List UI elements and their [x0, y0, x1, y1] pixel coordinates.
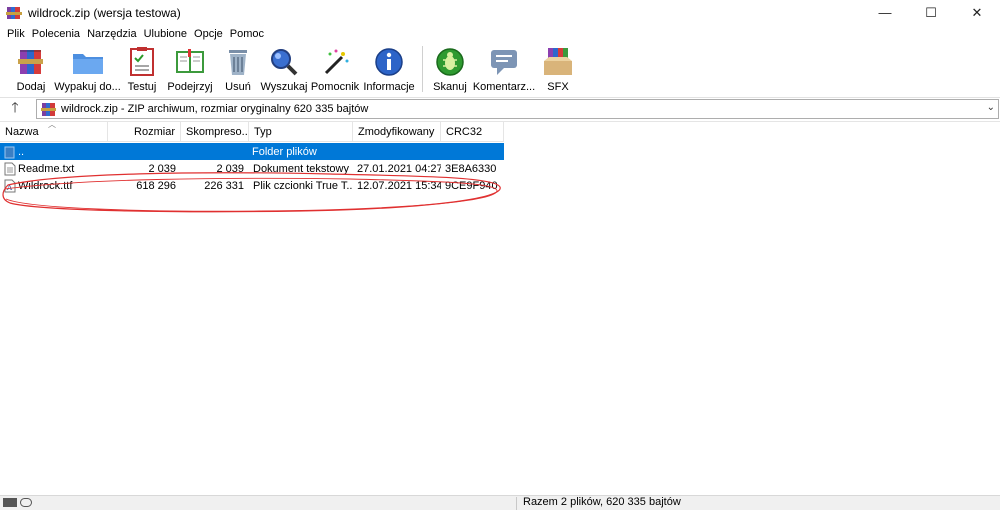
- table-row[interactable]: Readme.txt 2 039 2 039 Dokument tekstowy…: [0, 160, 504, 177]
- cell-size: 2 039: [148, 162, 176, 175]
- view-label: Podejrzyj: [167, 81, 213, 93]
- magnifier-icon: [267, 46, 301, 78]
- view-button[interactable]: Podejrzyj: [163, 43, 217, 96]
- wizard-button[interactable]: Pomocnik: [309, 43, 361, 96]
- menu-plik[interactable]: Plik: [4, 28, 28, 40]
- books-icon: [14, 46, 48, 78]
- column-modified[interactable]: Zmodyfikowany: [353, 122, 441, 142]
- chevron-down-icon[interactable]: ⌄: [987, 102, 995, 113]
- find-button[interactable]: Wyszukaj: [259, 43, 309, 96]
- menu-ulubione[interactable]: Ulubione: [141, 28, 190, 40]
- cell-crc32: 3E8A6330: [445, 162, 497, 175]
- comment-button[interactable]: Komentarz...: [472, 43, 536, 96]
- font-file-icon: A: [4, 179, 16, 193]
- menu-opcje[interactable]: Opcje: [191, 28, 226, 40]
- drive-icon: [3, 498, 17, 507]
- info-button[interactable]: Informacje: [361, 43, 417, 96]
- column-header-row: Nazwa ︿ Rozmiar Skompreso... Typ Zmodyfi…: [0, 122, 504, 142]
- scan-label: Skanuj: [433, 81, 467, 93]
- minimize-button[interactable]: —: [862, 0, 908, 25]
- sfx-label: SFX: [547, 81, 569, 93]
- cell-modified: 12.07.2021 15:34: [357, 179, 441, 192]
- title-bar: wildrock.zip (wersja testowa) — ☐ ✕: [0, 0, 1000, 25]
- table-row-parent-folder[interactable]: .. Folder plików: [0, 143, 504, 160]
- column-packed[interactable]: Skompreso...: [181, 122, 249, 142]
- info-icon: [372, 46, 406, 78]
- cell-size: 618 296: [136, 179, 176, 192]
- folder-up-icon: [4, 145, 16, 159]
- menu-pomoc[interactable]: Pomoc: [227, 28, 267, 40]
- column-size[interactable]: Rozmiar: [108, 122, 181, 142]
- magic-wand-icon: [318, 46, 352, 78]
- menu-bar: Plik Polecenia Narzędzia Ulubione Opcje …: [0, 25, 1000, 43]
- maximize-button[interactable]: ☐: [908, 0, 954, 25]
- path-field[interactable]: wildrock.zip - ZIP archiwum, rozmiar ory…: [36, 99, 999, 119]
- path-text: wildrock.zip - ZIP archiwum, rozmiar ory…: [61, 103, 369, 115]
- cell-packed: 226 331: [204, 179, 244, 192]
- toolbar-separator: [422, 46, 423, 92]
- wizard-label: Pomocnik: [310, 81, 360, 93]
- menu-narzedzia[interactable]: Narzędzia: [84, 28, 140, 40]
- up-one-level-button[interactable]: 🡑: [0, 98, 30, 120]
- test-label: Testuj: [127, 81, 157, 93]
- column-type[interactable]: Typ: [249, 122, 353, 142]
- menu-polecenia[interactable]: Polecenia: [29, 28, 83, 40]
- table-row[interactable]: A Wildrock.ttf 618 296 226 331 Plik czci…: [0, 177, 504, 194]
- folder-icon: [71, 46, 105, 78]
- column-crc32[interactable]: CRC32: [441, 122, 504, 142]
- cell-packed: 2 039: [216, 162, 244, 175]
- status-separator: [516, 497, 517, 510]
- comment-label: Komentarz...: [472, 81, 536, 93]
- book-icon: [173, 46, 207, 78]
- sfx-button[interactable]: SFX: [536, 43, 580, 96]
- key-icon: [20, 498, 32, 507]
- archive-icon: [41, 102, 56, 117]
- cell-crc32: 9CE9F940: [445, 179, 498, 192]
- column-name-label: Nazwa: [5, 126, 39, 138]
- info-label: Informacje: [363, 81, 415, 93]
- status-bar: Razem 2 plików, 620 335 bajtów: [0, 495, 1000, 510]
- window-title: wildrock.zip (wersja testowa): [28, 5, 181, 20]
- cell-type: Folder plików: [252, 145, 317, 158]
- extract-to-button[interactable]: Wypakuj do...: [54, 43, 121, 96]
- bug-icon: [433, 46, 467, 78]
- trash-icon: [221, 46, 255, 78]
- cell-name: Readme.txt: [18, 162, 75, 175]
- address-bar: 🡑 wildrock.zip - ZIP archiwum, rozmiar o…: [0, 97, 1000, 120]
- add-button[interactable]: Dodaj: [8, 43, 54, 96]
- cell-type: Dokument tekstowy: [253, 162, 349, 175]
- delete-button[interactable]: Usuń: [217, 43, 259, 96]
- cell-modified: 27.01.2021 04:27: [357, 162, 441, 175]
- file-list: Nazwa ︿ Rozmiar Skompreso... Typ Zmodyfi…: [0, 121, 1000, 496]
- status-text: Razem 2 plików, 620 335 bajtów: [523, 496, 681, 508]
- scan-button[interactable]: Skanuj: [428, 43, 472, 96]
- comment-icon: [487, 46, 521, 78]
- cell-name: Wildrock.ttf: [18, 179, 73, 192]
- find-label: Wyszukaj: [260, 81, 308, 93]
- sort-up-icon: ︿: [48, 122, 56, 129]
- svg-text:A: A: [6, 184, 13, 192]
- text-file-icon: [4, 162, 16, 176]
- test-button[interactable]: Testuj: [121, 43, 163, 96]
- checklist-icon: [125, 46, 159, 78]
- close-button[interactable]: ✕: [954, 0, 1000, 25]
- cell-name: ..: [18, 145, 25, 158]
- delete-label: Usuń: [225, 81, 251, 93]
- winrar-icon: [6, 5, 22, 21]
- sfx-box-icon: [541, 46, 575, 78]
- cell-type: Plik czcionki True T...: [253, 179, 353, 192]
- extract-to-label: Wypakuj do...: [54, 81, 121, 93]
- column-name[interactable]: Nazwa ︿: [0, 122, 108, 142]
- toolbar: Dodaj Wypakuj do... Testuj Podejrzyj Usu…: [0, 43, 1000, 96]
- status-icons: [3, 498, 32, 507]
- add-label: Dodaj: [16, 81, 46, 93]
